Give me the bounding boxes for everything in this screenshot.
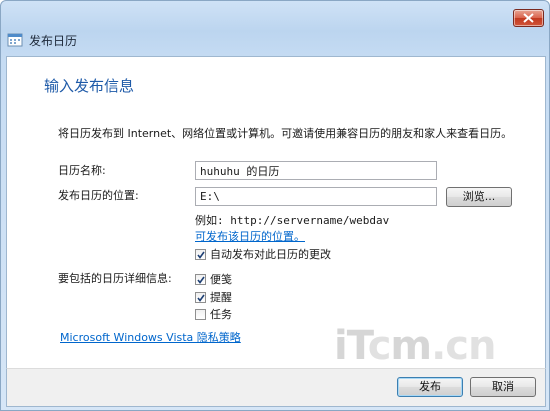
calendar-name-label: 日历名称: xyxy=(58,164,106,177)
detail-notes-row[interactable]: 便笺 xyxy=(195,271,232,287)
calendar-icon xyxy=(7,33,23,47)
dialog-footer: 发布 取消 xyxy=(6,368,546,407)
details-label: 要包括的日历详细信息: xyxy=(58,272,172,285)
title-bar: 发布日历 xyxy=(7,30,77,50)
auto-publish-checkbox[interactable] xyxy=(195,248,206,260)
checkmark-icon xyxy=(197,276,205,284)
tasks-checkbox[interactable] xyxy=(195,308,206,320)
reminders-checkbox[interactable] xyxy=(195,291,206,303)
detail-reminders-row[interactable]: 提醒 xyxy=(195,289,232,305)
notes-checkbox[interactable] xyxy=(195,273,206,285)
page-heading: 输入发布信息 xyxy=(44,77,135,95)
publish-button[interactable]: 发布 xyxy=(397,377,463,397)
notes-label: 便笺 xyxy=(210,273,232,286)
browse-button[interactable]: 浏览... xyxy=(446,187,512,207)
location-label: 发布日历的位置: xyxy=(58,189,139,202)
publishable-location-link[interactable]: 可发布该日历的位置。 xyxy=(195,228,305,244)
description-text: 将日历发布到 Internet、网络位置或计算机。可邀请使用兼容日历的朋友和家人… xyxy=(58,127,513,140)
example-text: 例如: http://servername/webdav xyxy=(195,214,390,227)
privacy-policy-link[interactable]: Microsoft Windows Vista 隐私策略 xyxy=(60,329,241,345)
reminders-label: 提醒 xyxy=(210,291,232,304)
calendar-name-input[interactable] xyxy=(195,161,437,180)
detail-tasks-row[interactable]: 任务 xyxy=(195,306,232,322)
close-icon xyxy=(523,13,534,23)
dialog-content: 输入发布信息 将日历发布到 Internet、网络位置或计算机。可邀请使用兼容日… xyxy=(6,56,546,369)
auto-publish-label: 自动发布对此日历的更改 xyxy=(210,248,331,261)
checkmark-icon xyxy=(197,251,205,259)
checkmark-icon xyxy=(197,294,205,302)
cancel-button[interactable]: 取消 xyxy=(470,377,536,397)
tasks-label: 任务 xyxy=(210,308,232,321)
site-watermark: iTcm.cn xyxy=(334,323,496,369)
location-input[interactable] xyxy=(195,187,437,206)
auto-publish-checkbox-row[interactable]: 自动发布对此日历的更改 xyxy=(195,246,331,262)
dialog-window: 发布日历 输入发布信息 将日历发布到 Internet、网络位置或计算机。可邀请… xyxy=(0,0,550,411)
close-button[interactable] xyxy=(513,9,544,27)
window-title: 发布日历 xyxy=(29,33,78,48)
